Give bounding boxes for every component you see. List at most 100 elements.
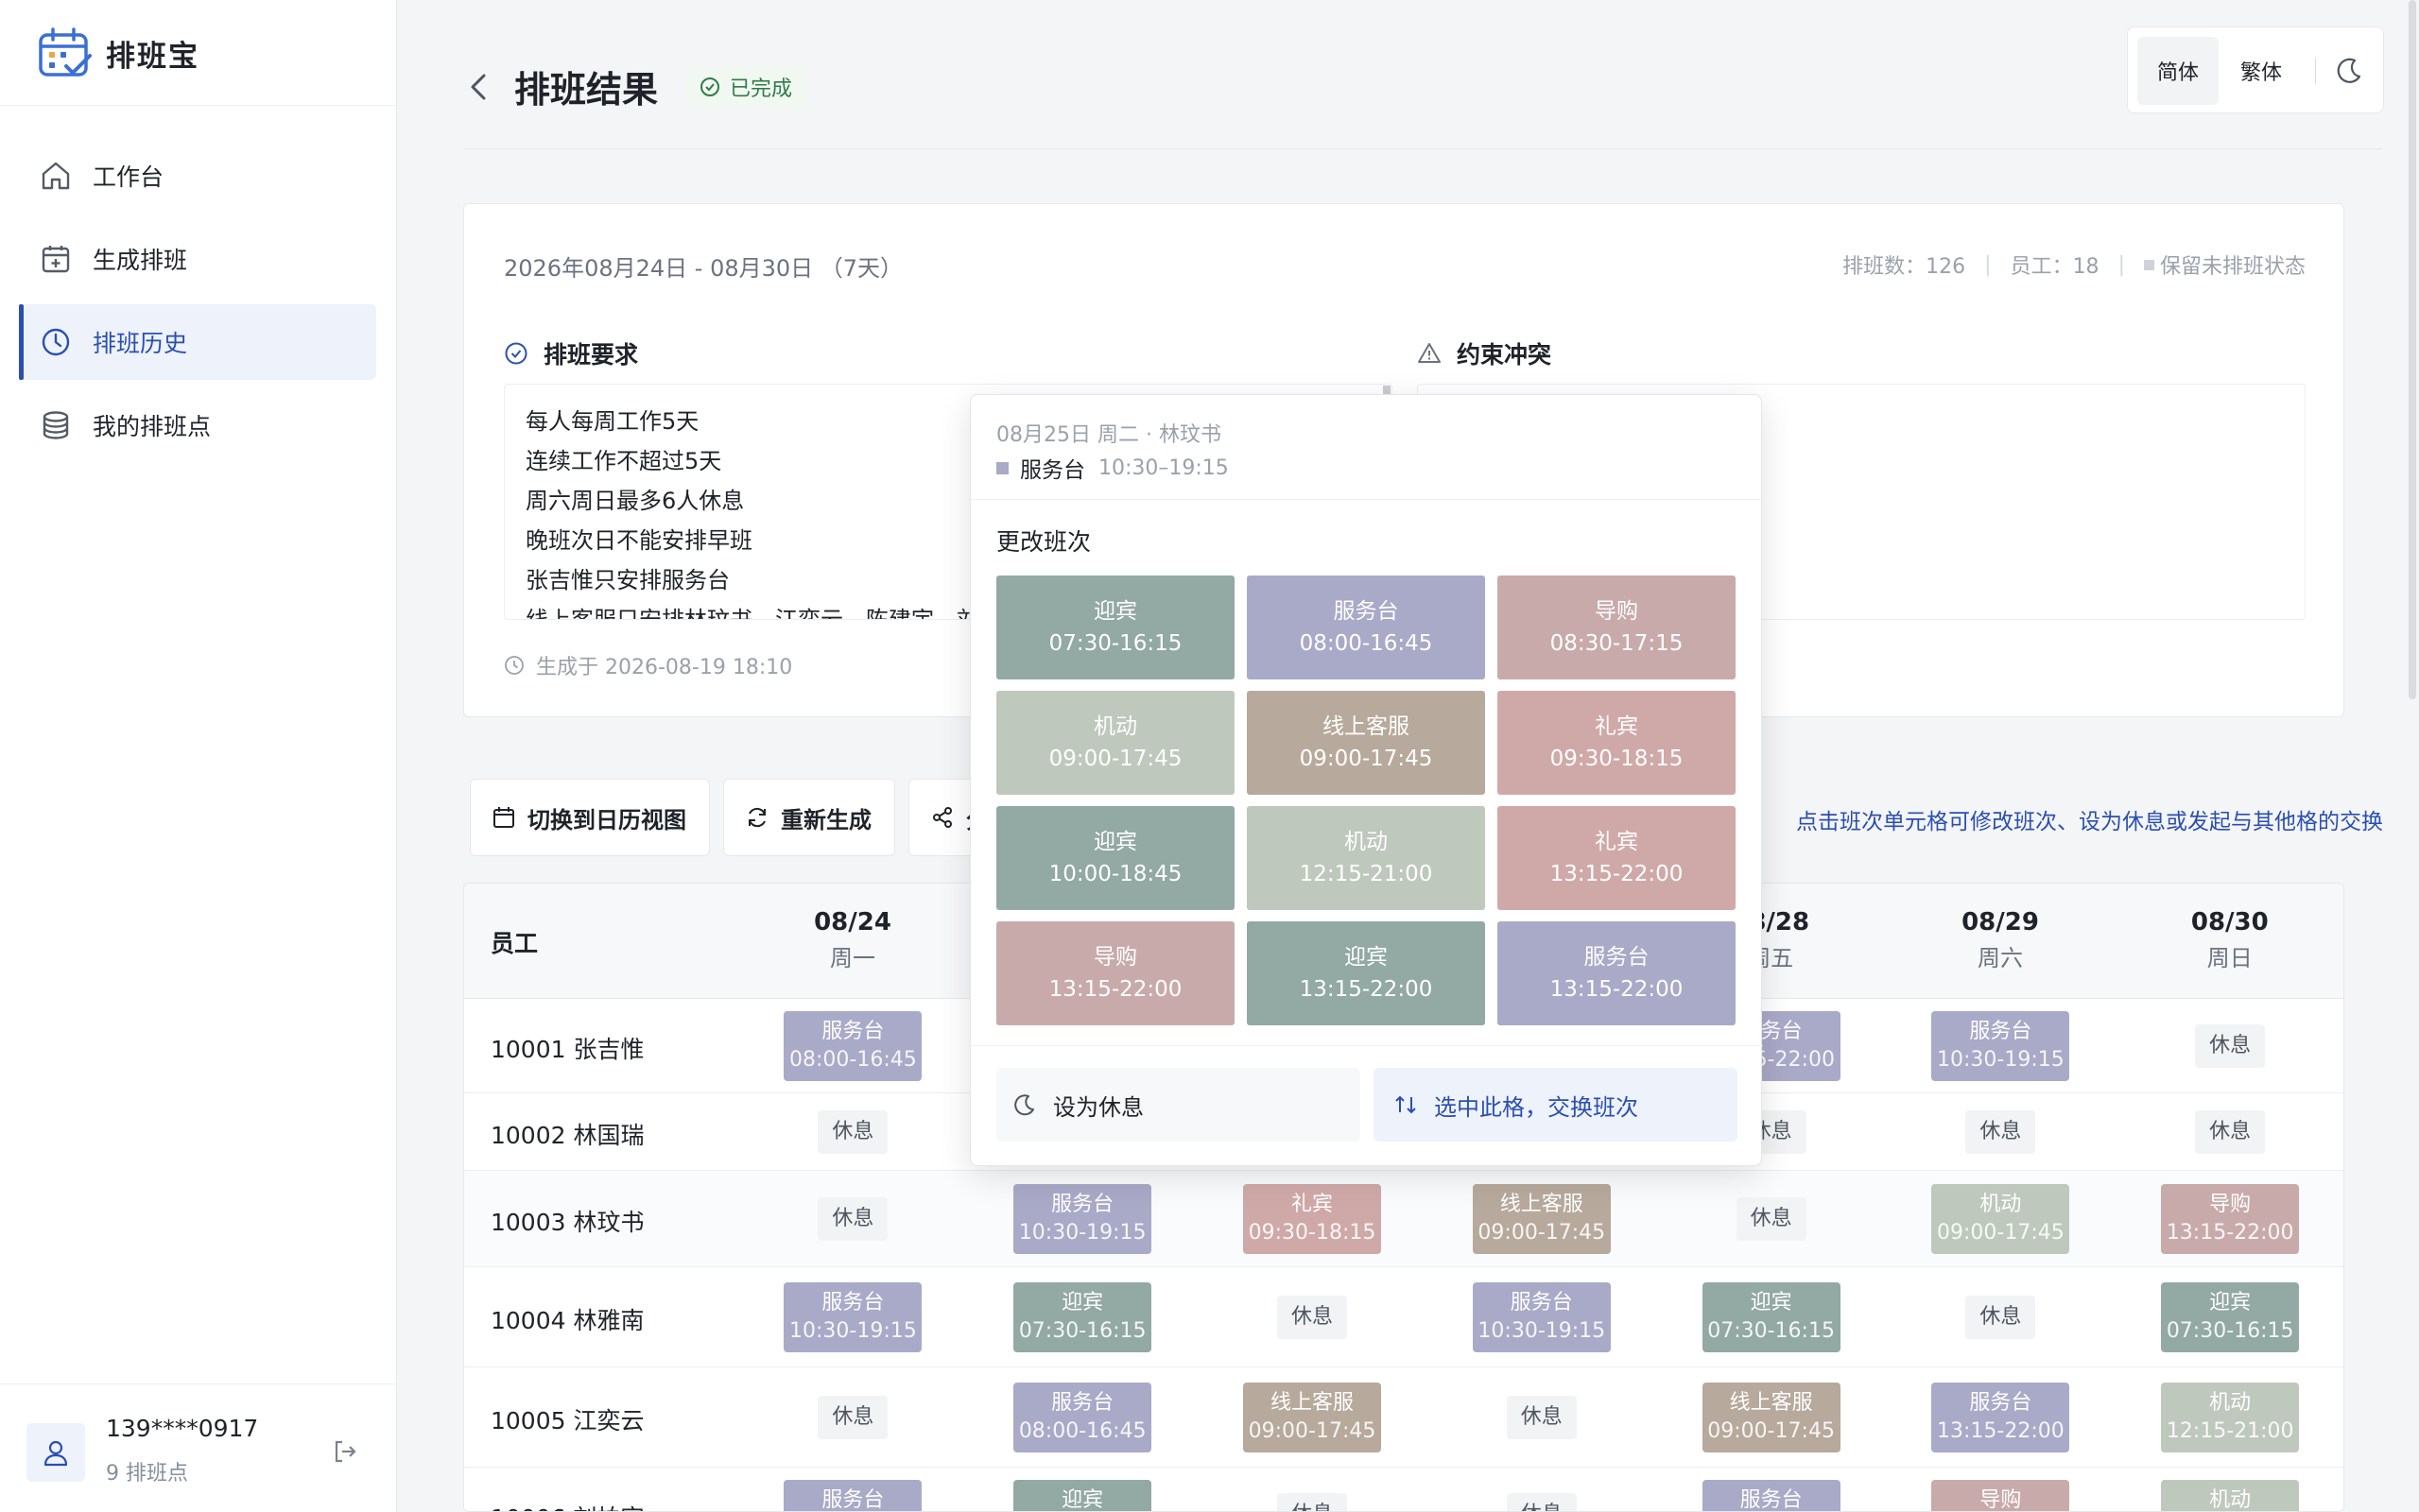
generated-time: 生成于 2026-08-19 18:10 (504, 650, 792, 680)
app-logo[interactable]: 排班宝 (38, 25, 199, 81)
shift-option-name: 服务台 (1583, 945, 1650, 970)
shift-cell[interactable]: 线上客服 09:00-17:45 (1472, 1184, 1611, 1254)
shift-cell-rest[interactable]: 休息 (818, 1197, 889, 1241)
shift-cell-rest[interactable]: 休息 (1277, 1296, 1347, 1339)
shift-cell-rest[interactable]: 休息 (818, 1110, 889, 1154)
shift-cell[interactable]: 服务台 13:15-22:00 (1931, 1383, 2070, 1452)
shift-option-name: 迎宾 (1344, 945, 1388, 970)
shift-cell[interactable]: 服务台 10:30-19:15 (1472, 1282, 1611, 1352)
regenerate-button[interactable]: 重新生成 (723, 779, 895, 856)
shift-cell[interactable]: 机动09:00-17:45 (1931, 1184, 2070, 1254)
shift-cell[interactable]: 迎宾07:30-16:15 (1702, 1282, 1840, 1352)
sidebar-item-my-points[interactable]: 我的排班点 (19, 387, 376, 463)
rest-label: 休息 (2209, 1120, 2252, 1143)
shift-option[interactable]: 迎宾 13:15-22:00 (1247, 921, 1485, 1025)
shift-cell[interactable]: 迎宾07:30-16:15 (1013, 1480, 1152, 1511)
shift-option[interactable]: 礼宾 09:30-18:15 (1497, 691, 1736, 795)
shift-option[interactable]: 机动 09:00-17:45 (996, 691, 1235, 795)
shift-cell[interactable]: 服务台08:00-16:45 (1702, 1480, 1840, 1511)
popover-current-shift: 服务台 10:30–19:15 (996, 452, 1229, 484)
shift-name: 线上客服 (1270, 1391, 1354, 1415)
shift-cell-rest[interactable]: 休息 (1965, 1110, 2036, 1154)
rest-label: 休息 (1750, 1207, 1792, 1230)
shift-option[interactable]: 迎宾 07:30-16:15 (996, 576, 1235, 679)
shift-cell[interactable]: 线上客服 09:00-17:45 (1702, 1383, 1840, 1452)
shift-option-time: 07:30-16:15 (1048, 631, 1183, 656)
shift-cell-rest[interactable]: 休息 (818, 1396, 889, 1439)
shift-option[interactable]: 礼宾 13:15-22:00 (1497, 806, 1736, 910)
shift-cell[interactable]: 服务台 10:30-19:15 (784, 1282, 923, 1352)
shift-name: 机动 (1979, 1193, 2022, 1216)
shift-color-dot (996, 461, 1009, 474)
set-rest-button[interactable]: 设为休息 (996, 1068, 1360, 1142)
shift-name: 迎宾 (2209, 1291, 2252, 1314)
user-phone: 139****0917 (106, 1415, 259, 1442)
moon-icon[interactable] (2332, 54, 2366, 88)
shift-option[interactable]: 服务台 13:15-22:00 (1497, 921, 1736, 1025)
home-icon (42, 162, 70, 190)
shift-option-time: 13:15-22:00 (1299, 977, 1433, 1002)
table-row: 10003 林玟书 休息 服务台 10:30-19:15 礼宾 09:30-18:15 线上… (464, 1171, 2343, 1267)
generated-time-text: 生成于 2026-08-19 18:10 (536, 656, 793, 679)
shift-option[interactable]: 迎宾 10:00-18:45 (996, 806, 1235, 910)
shift-time: 13:15-22:00 (1937, 1419, 2065, 1443)
user-point-count: 9 排班点 (106, 1462, 188, 1486)
shift-name: 导购 (1979, 1488, 2022, 1512)
logout-icon[interactable] (331, 1437, 359, 1466)
shift-cell[interactable]: 服务台08:00-16:45 (784, 1011, 923, 1081)
page-scrollbar[interactable] (2409, 0, 2416, 699)
shift-cell[interactable]: 导购 13:15-22:00 (2161, 1184, 2300, 1254)
shift-name: 导购 (2209, 1193, 2252, 1216)
shift-cell-rest[interactable]: 休息 (1506, 1396, 1577, 1439)
sidebar-item-history[interactable]: 排班历史 (19, 304, 376, 380)
shift-cell[interactable]: 导购08:30-17:15 (1931, 1480, 2070, 1512)
clock-icon (505, 656, 524, 675)
shift-cell[interactable]: 礼宾 09:30-18:15 (1243, 1184, 1381, 1254)
shift-option-name: 机动 (1094, 714, 1137, 739)
shift-cell[interactable]: 迎宾07:30-16:15 (2161, 1282, 2300, 1352)
shift-option[interactable]: 机动 12:15-21:00 (1247, 806, 1485, 910)
lang-simplified-button[interactable]: 简体 (2137, 37, 2219, 105)
shift-time: 07:30-16:15 (1707, 1319, 1835, 1343)
shift-option[interactable]: 服务台 08:00-16:45 (1247, 576, 1485, 679)
rest-label: 休息 (1520, 1405, 1563, 1429)
shift-cell-rest[interactable]: 休息 (1965, 1296, 2036, 1339)
shift-option-time: 13:15-22:00 (1549, 977, 1684, 1002)
shift-cell[interactable]: 服务台08:00-16:45 (784, 1480, 923, 1511)
sidebar-item-workbench[interactable]: 工作台 (19, 138, 376, 214)
shift-cell[interactable]: 线上客服 09:00-17:45 (1243, 1383, 1381, 1452)
shift-cell-rest[interactable]: 休息 (1506, 1493, 1577, 1511)
shift-option-name: 机动 (1344, 830, 1388, 854)
shift-cell-rest[interactable]: 休息 (1277, 1493, 1347, 1511)
regenerate-label: 重新生成 (781, 806, 872, 833)
day-column-header: 08/30 周日 (2116, 904, 2343, 976)
sidebar-item-generate[interactable]: 生成排班 (19, 221, 376, 297)
stat-keep-unscheduled[interactable]: 保留未排班状态 (2160, 249, 2306, 280)
day-date: 08/29 (1961, 908, 2039, 936)
lang-traditional-button[interactable]: 繁体 (2222, 37, 2300, 105)
shift-time: 08:00-16:45 (789, 1048, 917, 1072)
shift-cell-rest[interactable]: 休息 (1736, 1197, 1806, 1241)
avatar[interactable] (26, 1423, 85, 1482)
shift-name: 服务台 (1051, 1193, 1114, 1216)
swap-shift-button[interactable]: 选中此格，交换班次 (1374, 1068, 1737, 1142)
shift-cell-rest[interactable]: 休息 (2195, 1024, 2266, 1068)
shift-cell[interactable]: 机动 12:15-21:00 (2161, 1383, 2300, 1452)
shift-cell[interactable]: 机动09:00-17:45 (2161, 1480, 2300, 1511)
change-shift-popover: 08月25日 周二 · 林玟书 服务台 10:30–19:15 更改班次 设为休… (970, 394, 1763, 1166)
rest-label: 休息 (1979, 1305, 2022, 1329)
rest-label: 休息 (1290, 1305, 1333, 1329)
shift-time: 13:15-22:00 (2166, 1221, 2294, 1245)
shift-option[interactable]: 导购 13:15-22:00 (996, 921, 1235, 1025)
shift-cell[interactable]: 服务台 10:30-19:15 (1931, 1011, 2070, 1081)
shift-cell[interactable]: 服务台 10:30-19:15 (1013, 1184, 1152, 1254)
calendar-view-button[interactable]: 切换到日历视图 (470, 779, 710, 856)
shift-cell-rest[interactable]: 休息 (2195, 1110, 2266, 1154)
shift-cell[interactable]: 迎宾07:30-16:15 (1013, 1282, 1152, 1352)
shift-option[interactable]: 导购 08:30-17:15 (1497, 576, 1736, 679)
shift-cell[interactable]: 服务台08:00-16:45 (1013, 1383, 1152, 1452)
back-arrow-icon[interactable] (465, 70, 493, 104)
check-circle-icon (505, 342, 527, 365)
employee-column-header: 员工 (491, 930, 539, 957)
shift-option[interactable]: 线上客服 09:00-17:45 (1247, 691, 1485, 795)
